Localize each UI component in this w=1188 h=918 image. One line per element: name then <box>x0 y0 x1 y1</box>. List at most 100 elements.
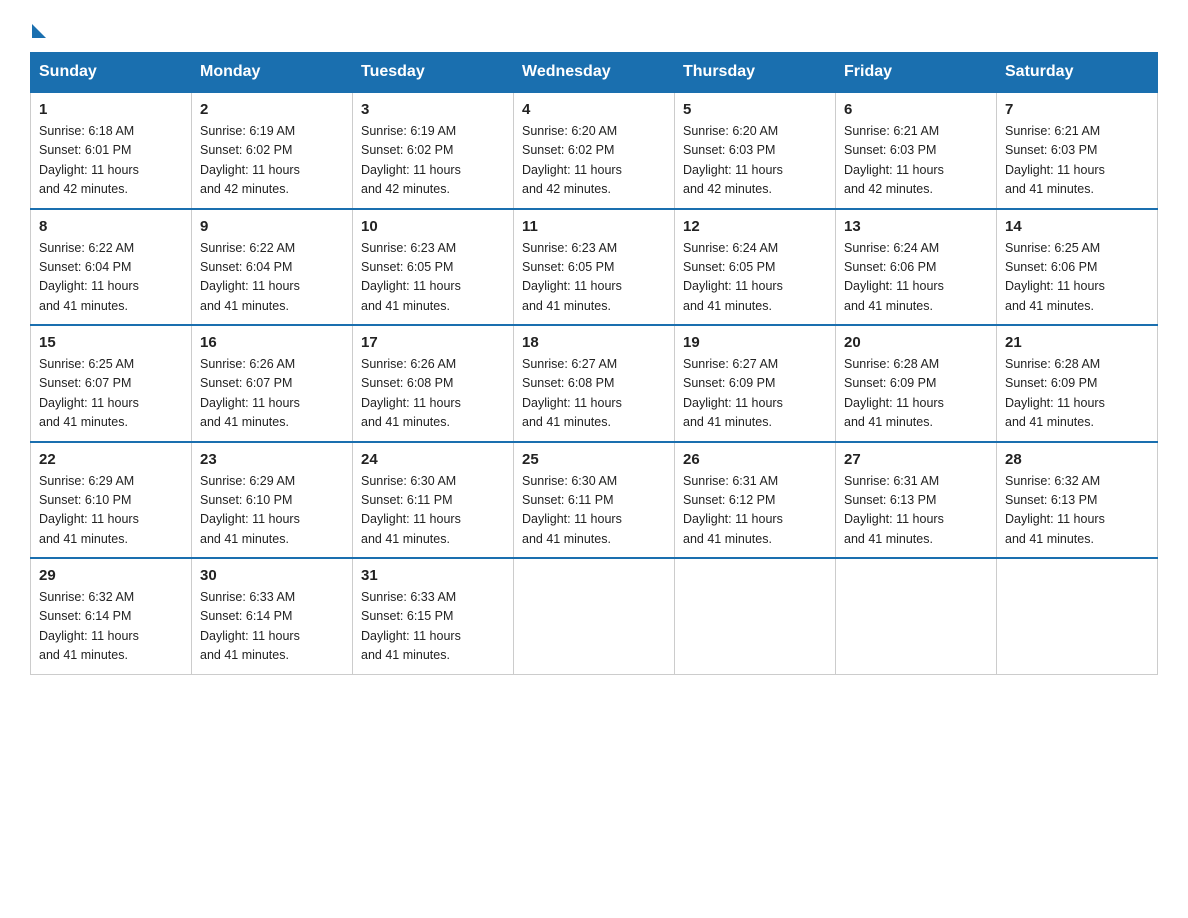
day-info: Sunrise: 6:18 AMSunset: 6:01 PMDaylight:… <box>39 122 183 200</box>
day-header-friday: Friday <box>836 53 997 93</box>
day-number: 13 <box>844 218 988 235</box>
day-number: 21 <box>1005 334 1149 351</box>
day-number: 24 <box>361 451 505 468</box>
calendar-cell: 14 Sunrise: 6:25 AMSunset: 6:06 PMDayligh… <box>997 209 1158 326</box>
calendar-cell: 28 Sunrise: 6:32 AMSunset: 6:13 PMDayligh… <box>997 442 1158 559</box>
day-number: 17 <box>361 334 505 351</box>
calendar-week-1: 1 Sunrise: 6:18 AMSunset: 6:01 PMDaylight… <box>31 92 1158 209</box>
day-number: 11 <box>522 218 666 235</box>
calendar-cell: 9Sunrise: 6:22 AMSunset: 6:04 PMDaylight… <box>192 209 353 326</box>
page-header <box>30 20 1158 34</box>
day-number: 19 <box>683 334 827 351</box>
calendar-cell: 6 Sunrise: 6:21 AMSunset: 6:03 PMDaylight… <box>836 92 997 209</box>
calendar-cell <box>836 558 997 674</box>
day-header-thursday: Thursday <box>675 53 836 93</box>
day-info: Sunrise: 6:33 AMSunset: 6:15 PMDaylight:… <box>361 588 505 666</box>
day-header-wednesday: Wednesday <box>514 53 675 93</box>
logo <box>30 20 46 34</box>
calendar-cell <box>514 558 675 674</box>
day-number: 27 <box>844 451 988 468</box>
calendar-cell: 11 Sunrise: 6:23 AMSunset: 6:05 PMDayligh… <box>514 209 675 326</box>
day-number: 6 <box>844 101 988 118</box>
day-number: 12 <box>683 218 827 235</box>
calendar-week-2: 8 Sunrise: 6:22 AMSunset: 6:04 PMDaylight… <box>31 209 1158 326</box>
calendar-cell: 8 Sunrise: 6:22 AMSunset: 6:04 PMDaylight… <box>31 209 192 326</box>
day-info: Sunrise: 6:20 AMSunset: 6:03 PMDaylight:… <box>683 122 827 200</box>
calendar-cell: 27 Sunrise: 6:31 AMSunset: 6:13 PMDayligh… <box>836 442 997 559</box>
calendar-body: 1 Sunrise: 6:18 AMSunset: 6:01 PMDaylight… <box>31 92 1158 674</box>
day-number: 1 <box>39 101 183 118</box>
calendar-cell: 12 Sunrise: 6:24 AMSunset: 6:05 PMDayligh… <box>675 209 836 326</box>
calendar-week-4: 22Sunrise: 6:29 AMSunset: 6:10 PMDayligh… <box>31 442 1158 559</box>
calendar-cell: 18Sunrise: 6:27 AMSunset: 6:08 PMDayligh… <box>514 325 675 442</box>
day-number: 29 <box>39 567 183 584</box>
day-header-tuesday: Tuesday <box>353 53 514 93</box>
calendar-cell: 1 Sunrise: 6:18 AMSunset: 6:01 PMDaylight… <box>31 92 192 209</box>
day-info: Sunrise: 6:28 AMSunset: 6:09 PMDaylight:… <box>1005 355 1149 433</box>
calendar-cell: 13 Sunrise: 6:24 AMSunset: 6:06 PMDayligh… <box>836 209 997 326</box>
day-number: 14 <box>1005 218 1149 235</box>
day-number: 15 <box>39 334 183 351</box>
day-number: 7 <box>1005 101 1149 118</box>
calendar-cell: 10 Sunrise: 6:23 AMSunset: 6:05 PMDayligh… <box>353 209 514 326</box>
day-info: Sunrise: 6:27 AMSunset: 6:09 PMDaylight:… <box>683 355 827 433</box>
calendar-week-3: 15Sunrise: 6:25 AMSunset: 6:07 PMDayligh… <box>31 325 1158 442</box>
calendar-cell: 29Sunrise: 6:32 AMSunset: 6:14 PMDayligh… <box>31 558 192 674</box>
day-info: Sunrise: 6:32 AMSunset: 6:13 PMDaylight:… <box>1005 472 1149 550</box>
calendar-cell: 5 Sunrise: 6:20 AMSunset: 6:03 PMDaylight… <box>675 92 836 209</box>
day-info: Sunrise: 6:24 AMSunset: 6:05 PMDaylight:… <box>683 239 827 317</box>
day-info: Sunrise: 6:30 AMSunset: 6:11 PMDaylight:… <box>522 472 666 550</box>
day-number: 25 <box>522 451 666 468</box>
day-info: Sunrise: 6:21 AMSunset: 6:03 PMDaylight:… <box>1005 122 1149 200</box>
day-number: 10 <box>361 218 505 235</box>
day-number: 16 <box>200 334 344 351</box>
day-number: 31 <box>361 567 505 584</box>
day-number: 28 <box>1005 451 1149 468</box>
calendar-cell: 17Sunrise: 6:26 AMSunset: 6:08 PMDayligh… <box>353 325 514 442</box>
day-info: Sunrise: 6:25 AMSunset: 6:06 PMDaylight:… <box>1005 239 1149 317</box>
day-info: Sunrise: 6:33 AMSunset: 6:14 PMDaylight:… <box>200 588 344 666</box>
calendar-cell: 31 Sunrise: 6:33 AMSunset: 6:15 PMDayligh… <box>353 558 514 674</box>
day-number: 2 <box>200 101 344 118</box>
day-info: Sunrise: 6:29 AMSunset: 6:10 PMDaylight:… <box>39 472 183 550</box>
calendar-cell: 2 Sunrise: 6:19 AMSunset: 6:02 PMDaylight… <box>192 92 353 209</box>
day-info: Sunrise: 6:26 AMSunset: 6:07 PMDaylight:… <box>200 355 344 433</box>
day-header-monday: Monday <box>192 53 353 93</box>
day-number: 26 <box>683 451 827 468</box>
day-info: Sunrise: 6:20 AMSunset: 6:02 PMDaylight:… <box>522 122 666 200</box>
logo-triangle-icon <box>32 24 46 38</box>
day-number: 23 <box>200 451 344 468</box>
calendar-week-5: 29Sunrise: 6:32 AMSunset: 6:14 PMDayligh… <box>31 558 1158 674</box>
day-info: Sunrise: 6:31 AMSunset: 6:12 PMDaylight:… <box>683 472 827 550</box>
day-info: Sunrise: 6:23 AMSunset: 6:05 PMDaylight:… <box>522 239 666 317</box>
day-header-sunday: Sunday <box>31 53 192 93</box>
calendar-cell: 3 Sunrise: 6:19 AMSunset: 6:02 PMDaylight… <box>353 92 514 209</box>
calendar-cell: 25 Sunrise: 6:30 AMSunset: 6:11 PMDayligh… <box>514 442 675 559</box>
calendar-cell: 15Sunrise: 6:25 AMSunset: 6:07 PMDayligh… <box>31 325 192 442</box>
calendar-cell: 16 Sunrise: 6:26 AMSunset: 6:07 PMDayligh… <box>192 325 353 442</box>
calendar-cell: 22Sunrise: 6:29 AMSunset: 6:10 PMDayligh… <box>31 442 192 559</box>
calendar-cell: 7 Sunrise: 6:21 AMSunset: 6:03 PMDaylight… <box>997 92 1158 209</box>
day-info: Sunrise: 6:23 AMSunset: 6:05 PMDaylight:… <box>361 239 505 317</box>
day-info: Sunrise: 6:22 AMSunset: 6:04 PMDaylight:… <box>39 239 183 317</box>
day-number: 20 <box>844 334 988 351</box>
day-info: Sunrise: 6:29 AMSunset: 6:10 PMDaylight:… <box>200 472 344 550</box>
calendar-table: SundayMondayTuesdayWednesdayThursdayFrid… <box>30 52 1158 675</box>
calendar-cell: 4 Sunrise: 6:20 AMSunset: 6:02 PMDaylight… <box>514 92 675 209</box>
day-number: 30 <box>200 567 344 584</box>
day-info: Sunrise: 6:19 AMSunset: 6:02 PMDaylight:… <box>200 122 344 200</box>
day-number: 5 <box>683 101 827 118</box>
day-info: Sunrise: 6:22 AMSunset: 6:04 PMDaylight:… <box>200 239 344 317</box>
day-info: Sunrise: 6:24 AMSunset: 6:06 PMDaylight:… <box>844 239 988 317</box>
day-number: 3 <box>361 101 505 118</box>
day-info: Sunrise: 6:28 AMSunset: 6:09 PMDaylight:… <box>844 355 988 433</box>
day-info: Sunrise: 6:21 AMSunset: 6:03 PMDaylight:… <box>844 122 988 200</box>
day-number: 4 <box>522 101 666 118</box>
day-info: Sunrise: 6:31 AMSunset: 6:13 PMDaylight:… <box>844 472 988 550</box>
day-number: 8 <box>39 218 183 235</box>
day-info: Sunrise: 6:19 AMSunset: 6:02 PMDaylight:… <box>361 122 505 200</box>
day-number: 18 <box>522 334 666 351</box>
day-header-saturday: Saturday <box>997 53 1158 93</box>
day-info: Sunrise: 6:30 AMSunset: 6:11 PMDaylight:… <box>361 472 505 550</box>
calendar-cell <box>675 558 836 674</box>
